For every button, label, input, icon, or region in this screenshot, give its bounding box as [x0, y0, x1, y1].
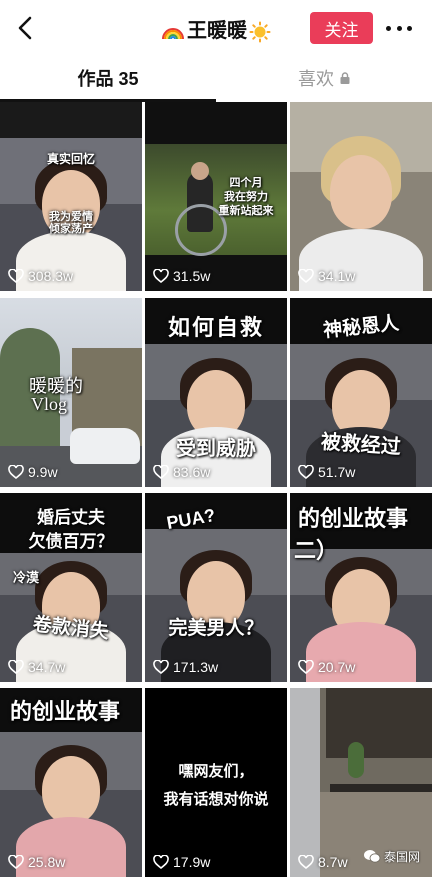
more-dot-icon — [407, 25, 412, 31]
video-thumbnail[interactable]: 的创业故事 二） 20.7w — [290, 493, 432, 682]
like-count-text: 34.7w — [28, 659, 66, 675]
like-count: 171.3w — [153, 659, 218, 675]
more-options-button[interactable] — [386, 24, 412, 32]
like-count-text: 51.7w — [318, 464, 356, 480]
video-caption: 的创业故事 — [298, 506, 409, 531]
more-dot-icon — [386, 25, 391, 31]
tab-likes-label: 喜欢 — [298, 69, 334, 89]
rainbow-icon — [162, 27, 184, 39]
video-caption: 的创业故事 — [9, 699, 120, 724]
profile-name: 王暖暖 — [187, 20, 247, 42]
like-count-text: 8.7w — [318, 854, 348, 870]
video-thumbnail[interactable]: 暖暖的 Vlog 9.9w — [0, 298, 142, 487]
heart-icon — [8, 465, 24, 479]
like-count: 34.7w — [8, 659, 65, 675]
video-caption: 冷漠 — [12, 570, 39, 585]
like-count: 51.7w — [298, 464, 355, 480]
like-count-text: 17.9w — [173, 854, 211, 870]
sun-icon — [249, 21, 271, 43]
like-count-text: 31.5w — [173, 268, 211, 284]
like-count: 34.1w — [298, 268, 355, 284]
watermark-text: 泰国网 — [383, 850, 420, 864]
follow-button[interactable]: 关注 — [310, 12, 373, 44]
heart-icon — [153, 660, 169, 674]
profile-header: 王暖暖 关注 — [0, 0, 432, 56]
back-button[interactable] — [14, 14, 38, 42]
heart-icon — [153, 465, 169, 479]
like-count: 31.5w — [153, 268, 210, 284]
heart-icon — [8, 855, 24, 869]
video-caption: 神秘恩人 — [322, 313, 401, 342]
video-thumbnail[interactable]: 8.7w 泰国网 — [290, 688, 432, 877]
like-count-text: 171.3w — [173, 659, 219, 675]
like-count: 308.3w — [8, 268, 73, 284]
video-caption: Vlog — [31, 394, 67, 414]
video-thumbnail[interactable]: 婚后丈夫 欠债百万？ 冷漠 卷款消失 34.7w — [0, 493, 142, 682]
video-grid: 真实回忆 我为爱情 倾家荡产 308.3w 四个月 我在努力 重新站起来 31.… — [0, 102, 432, 878]
like-count-text: 308.3w — [28, 268, 74, 284]
like-count: 17.9w — [153, 854, 210, 870]
like-count-text: 9.9w — [28, 464, 58, 480]
like-count: 9.9w — [8, 464, 58, 480]
like-count-text: 25.8w — [28, 854, 66, 870]
heart-icon — [153, 855, 169, 869]
lock-icon — [340, 72, 350, 84]
video-caption: 倾家荡产 — [49, 223, 93, 235]
heart-icon — [298, 855, 314, 869]
chevron-left-icon — [18, 16, 32, 40]
like-count: 8.7w — [298, 854, 348, 870]
like-count: 20.7w — [298, 659, 355, 675]
video-caption: 真实回忆 — [46, 152, 95, 166]
tab-works-label: 作品 35 — [77, 69, 139, 89]
video-thumbnail[interactable]: 嘿网友们， 我有话想对你说 17.9w — [145, 688, 287, 877]
like-count-text: 83.6w — [173, 464, 211, 480]
video-thumbnail[interactable]: 真实回忆 我为爱情 倾家荡产 308.3w — [0, 102, 142, 291]
tab-works[interactable]: 作品 35 — [0, 56, 216, 100]
video-caption: 我有话想对你说 — [163, 791, 269, 808]
video-thumbnail[interactable]: 如何自救 受到威胁 83.6w — [145, 298, 287, 487]
like-count-text: 20.7w — [318, 659, 356, 675]
video-thumbnail[interactable]: 四个月 我在努力 重新站起来 31.5w — [145, 102, 287, 291]
video-caption: 完美男人？ — [168, 618, 264, 639]
video-caption: 欠债百万？ — [28, 532, 114, 551]
tab-likes[interactable]: 喜欢 — [216, 56, 432, 100]
heart-icon — [298, 465, 314, 479]
video-thumbnail[interactable]: 神秘恩人 被救经过 51.7w — [290, 298, 432, 487]
video-caption: 受到威胁 — [176, 438, 256, 460]
heart-icon — [153, 269, 169, 283]
heart-icon — [8, 660, 24, 674]
video-thumbnail[interactable]: 34.1w — [290, 102, 432, 291]
like-count-text: 34.1w — [318, 268, 356, 284]
profile-tabs: 作品 35 喜欢 — [0, 56, 432, 102]
video-caption: 重新站起来 — [218, 205, 274, 217]
more-dot-icon — [396, 25, 402, 31]
wechat-icon — [363, 850, 381, 863]
heart-icon — [298, 660, 314, 674]
like-count: 25.8w — [8, 854, 65, 870]
video-caption: 如何自救 — [167, 315, 264, 340]
video-thumbnail[interactable]: 的创业故事 25.8w — [0, 688, 142, 877]
video-caption: 嘿网友们， — [178, 763, 254, 780]
video-thumbnail[interactable]: PUA? 完美男人？ 171.3w — [145, 493, 287, 682]
video-caption: 二） — [294, 538, 339, 563]
heart-icon — [298, 269, 314, 283]
heart-icon — [8, 269, 24, 283]
watermark: 泰国网 — [363, 848, 420, 865]
video-caption: 婚后丈夫 — [37, 508, 105, 527]
like-count: 83.6w — [153, 464, 210, 480]
